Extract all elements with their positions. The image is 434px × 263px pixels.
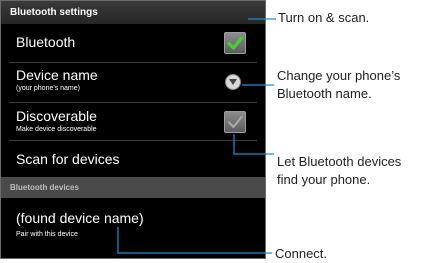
callout-discover-line1: Let Bluetooth devices <box>277 154 402 169</box>
callout-connect: Connect. <box>275 245 327 263</box>
callout-leader-lines <box>117 18 276 254</box>
callout-discover-line2: find your phone. <box>277 172 371 187</box>
callout-connect-text: Connect. <box>275 246 328 261</box>
callout-change-name: Change your phone’s Bluetooth name. <box>277 67 400 103</box>
callout-turn-on-text: Turn on & scan. <box>278 10 370 25</box>
leader-line-connect <box>117 227 272 254</box>
callout-discover: Let Bluetooth devices find your phone. <box>277 153 401 189</box>
callout-change-name-line1: Change your phone’s <box>277 68 401 83</box>
callout-turn-on: Turn on & scan. <box>278 9 369 27</box>
callout-change-name-line2: Bluetooth name. <box>277 86 372 101</box>
leader-line-discover <box>233 134 274 155</box>
